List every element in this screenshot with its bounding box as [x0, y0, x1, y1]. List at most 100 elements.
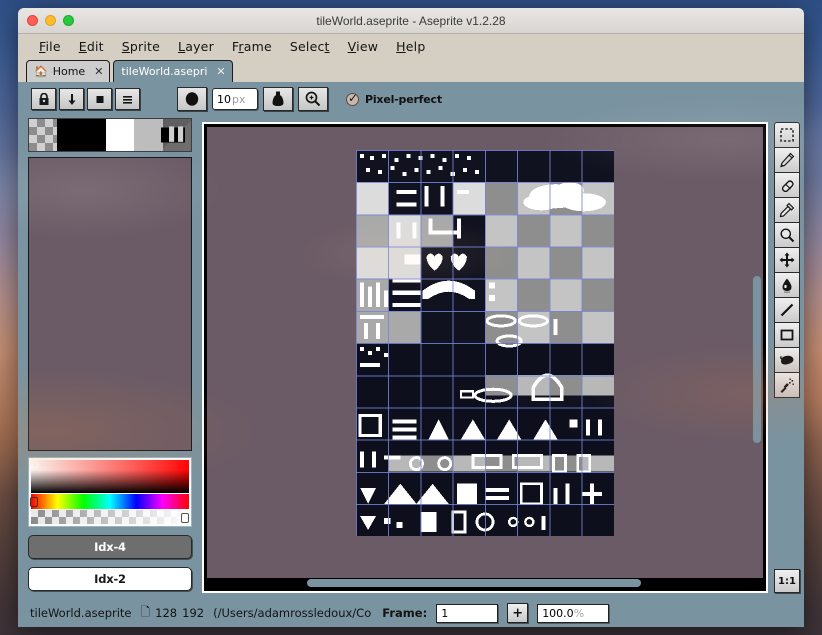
- spray-tool[interactable]: [774, 372, 800, 398]
- title-bar: tileWorld.aseprite - Aseprite v1.2.28: [18, 8, 804, 34]
- arrow-down-icon: [66, 93, 78, 106]
- brush-size-input[interactable]: 10px: [212, 88, 258, 110]
- frame-label: Frame:: [382, 606, 427, 620]
- canvas-vertical-scroll-thumb[interactable]: [753, 276, 761, 443]
- tab-home-close-icon[interactable]: ✕: [94, 65, 103, 78]
- menu-help-rest: elp: [406, 39, 426, 54]
- menu-layer[interactable]: Layer: [169, 37, 223, 56]
- sprite-canvas[interactable]: [356, 150, 614, 536]
- home-icon: 🏠: [34, 66, 48, 77]
- window-body: ▐▐ Idx-4 Idx-2: [18, 116, 804, 599]
- brush-shape-button[interactable]: [177, 87, 207, 111]
- canvas-horizontal-scrollbar[interactable]: [207, 578, 763, 588]
- zoom-level-input[interactable]: 100.0%: [537, 604, 609, 623]
- frame-input[interactable]: 1: [436, 604, 498, 623]
- palette-swatch-white[interactable]: [106, 119, 134, 151]
- move-tool[interactable]: [774, 247, 800, 273]
- pixel-perfect-label: Pixel-perfect: [365, 93, 442, 106]
- status-bar: tileWorld.aseprite 🗋 128 192 (/Users/ada…: [18, 599, 804, 627]
- status-path: (/Users/adamrossledoux/Co: [213, 606, 371, 620]
- menu-edit[interactable]: Edit: [70, 37, 113, 56]
- menu-view[interactable]: View: [339, 37, 387, 56]
- status-dimensions: 🗋 128 192: [141, 603, 205, 624]
- square-button[interactable]: [87, 88, 112, 110]
- palette-gap: [86, 119, 106, 151]
- pencil-tool[interactable]: [774, 147, 800, 173]
- close-window-button[interactable]: [27, 15, 38, 26]
- tools-toolbar: 1:1: [770, 116, 804, 599]
- line-tool[interactable]: [774, 297, 800, 323]
- menu-button[interactable]: [115, 88, 140, 110]
- menu-select[interactable]: Select: [281, 37, 339, 56]
- tab-tileworld-label: tileWorld.asepri: [121, 65, 207, 78]
- foreground-color-button[interactable]: Idx-4: [28, 535, 192, 559]
- eyedropper-tool[interactable]: [774, 197, 800, 223]
- pixel-perfect-toggle[interactable]: Pixel-perfect: [346, 93, 442, 106]
- marquee-icon: [779, 127, 795, 143]
- tab-home-label: Home: [53, 65, 85, 78]
- tab-tileworld-close-icon[interactable]: ✕: [216, 65, 225, 78]
- color-picker[interactable]: [28, 457, 192, 527]
- brush-size-unit: px: [232, 93, 246, 106]
- layer-controls-group: [31, 88, 140, 110]
- eraser-tool[interactable]: [774, 172, 800, 198]
- ink-button[interactable]: [263, 87, 293, 111]
- status-filename: tileWorld.aseprite: [30, 606, 132, 620]
- down-arrow-button[interactable]: [59, 88, 84, 110]
- palette-swatch-light-gray[interactable]: [134, 119, 162, 151]
- lock-button[interactable]: [31, 88, 56, 110]
- background-color-button[interactable]: Idx-2: [28, 567, 192, 591]
- maximize-window-button[interactable]: [63, 15, 74, 26]
- tool-options-bar: 10px Pixel-per: [18, 82, 804, 116]
- palette-divider-icon: ▐▐: [161, 128, 185, 143]
- palette-swatch-transparent[interactable]: [29, 119, 57, 151]
- menu-view-rest: iew: [356, 39, 378, 54]
- frame-value: 1: [441, 607, 448, 620]
- eyedropper-icon: [779, 202, 795, 218]
- status-width: 128: [155, 606, 177, 620]
- pixel-perfect-checkbox[interactable]: [346, 93, 359, 106]
- menu-sprite[interactable]: Sprite: [113, 37, 169, 56]
- zoom-unit: %: [574, 607, 584, 620]
- zoom-tool[interactable]: [774, 222, 800, 248]
- left-panel: ▐▐ Idx-4 Idx-2: [18, 116, 200, 599]
- canvas-horizontal-scroll-thumb[interactable]: [307, 579, 641, 587]
- saturation-value-field[interactable]: [31, 460, 189, 493]
- circle-brush-icon: [183, 90, 201, 108]
- replace-color-button[interactable]: [298, 87, 328, 111]
- magnifier-icon: [779, 227, 795, 243]
- window-title: tileWorld.aseprite - Aseprite v1.2.28: [18, 14, 804, 28]
- tab-home[interactable]: 🏠 Home ✕: [26, 60, 110, 82]
- canvas-frame: [202, 122, 768, 593]
- menu-frame[interactable]: Frame: [223, 37, 281, 56]
- palette-swatch-black[interactable]: [57, 119, 85, 151]
- document-icon: 🗋: [141, 603, 151, 624]
- menu-bar: File Edit Sprite Layer Frame Select View…: [18, 34, 804, 58]
- eraser-icon: [779, 177, 795, 193]
- layers-panel[interactable]: [28, 157, 192, 451]
- rectangular-marquee-tool[interactable]: [774, 122, 800, 148]
- add-frame-button[interactable]: +: [507, 603, 528, 623]
- menu-help[interactable]: Help: [387, 37, 434, 56]
- rectangle-tool[interactable]: [774, 322, 800, 348]
- menu-layer-rest: ayer: [185, 39, 214, 54]
- zoom-value: 100.0: [542, 607, 574, 620]
- tab-tileworld[interactable]: tileWorld.asepri ✕: [113, 60, 232, 82]
- palette-strip[interactable]: ▐▐: [28, 118, 192, 152]
- minimize-window-button[interactable]: [45, 15, 56, 26]
- tab-bar: 🏠 Home ✕ tileWorld.asepri ✕: [18, 58, 804, 82]
- menu-frame-rest: ame: [244, 39, 272, 54]
- canvas-vertical-scrollbar[interactable]: [752, 127, 762, 578]
- desktop-wallpaper: tileWorld.aseprite - Aseprite v1.2.28 Fi…: [0, 0, 822, 635]
- zoom-reset-button[interactable]: 1:1: [774, 569, 800, 593]
- blur-tool[interactable]: [774, 272, 800, 298]
- canvas-viewport[interactable]: [207, 127, 763, 578]
- hue-slider[interactable]: [31, 494, 189, 509]
- paint-bucket-icon: [779, 352, 795, 368]
- pencil-icon: [779, 152, 795, 168]
- menu-file[interactable]: File: [30, 37, 70, 56]
- paint-bucket-tool[interactable]: [774, 347, 800, 373]
- alpha-slider[interactable]: [31, 510, 189, 524]
- menu-sprite-rest: prite: [130, 39, 160, 54]
- brush-options-group: 10px: [177, 87, 328, 111]
